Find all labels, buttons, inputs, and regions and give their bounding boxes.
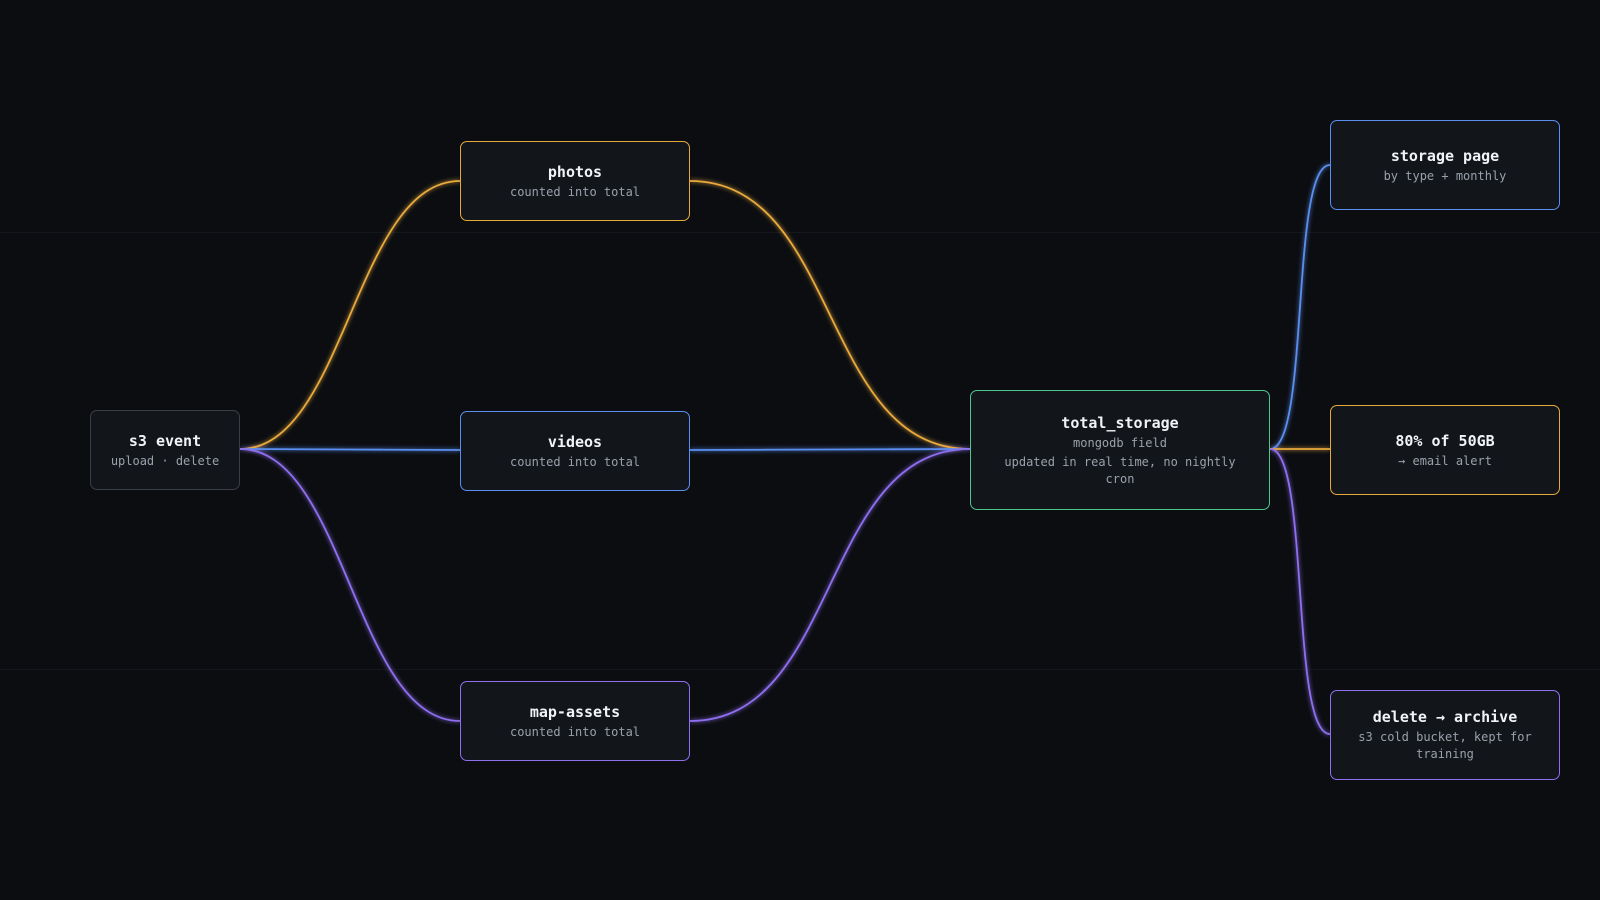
node-subtitle: upload · delete xyxy=(110,453,220,468)
node-title: map-assets xyxy=(529,702,621,721)
node-photos[interactable]: photos counted into total xyxy=(460,141,690,221)
node-title: photos xyxy=(547,162,603,181)
node-subtitle: → email alert xyxy=(1398,453,1492,468)
edge-map-assets-to-total-storage xyxy=(689,448,971,722)
edge-total-storage-to-archive xyxy=(1269,448,1331,735)
edge-total-storage-to-storage-page xyxy=(1269,164,1331,450)
node-subtitle: counted into total xyxy=(509,184,641,199)
edge-videos-to-total-storage xyxy=(689,448,971,451)
edge-s3-event-to-videos xyxy=(239,448,461,451)
node-title: videos xyxy=(547,432,603,451)
node-title: storage page xyxy=(1390,146,1500,165)
node-subtitle: by type + monthly xyxy=(1383,168,1507,183)
node-map-assets[interactable]: map-assets counted into total xyxy=(460,681,690,761)
node-s3-event[interactable]: s3 event upload · delete xyxy=(90,410,240,490)
node-subtitle: counted into total xyxy=(509,724,641,739)
node-subtitle: s3 cold bucket, kept for training xyxy=(1358,730,1532,761)
node-title: s3 event xyxy=(128,431,202,450)
node-title: 80% of 50GB xyxy=(1395,431,1495,450)
node-videos[interactable]: videos counted into total xyxy=(460,411,690,491)
node-storage-page[interactable]: storage page by type + monthly xyxy=(1330,120,1560,210)
flow-diagram-canvas: s3 event upload · delete photos counted … xyxy=(0,0,1600,900)
node-subtitle: counted into total xyxy=(509,454,641,469)
node-subtitle: mongodb field xyxy=(1073,435,1167,450)
edge-s3-event-to-photos xyxy=(239,180,461,450)
node-title: total_storage xyxy=(1061,413,1179,432)
edge-photos-to-total-storage xyxy=(689,180,971,450)
node-storage-alert[interactable]: 80% of 50GB → email alert xyxy=(1330,405,1560,495)
node-title: delete → archive xyxy=(1372,708,1518,726)
node-description: updated in real time, no nightly cron xyxy=(1004,454,1236,486)
edge-s3-event-to-map-assets xyxy=(239,448,461,722)
node-total-storage[interactable]: total_storage mongodb field updated in r… xyxy=(970,390,1270,510)
node-archive[interactable]: delete → archive s3 cold bucket, kept fo… xyxy=(1330,690,1560,780)
